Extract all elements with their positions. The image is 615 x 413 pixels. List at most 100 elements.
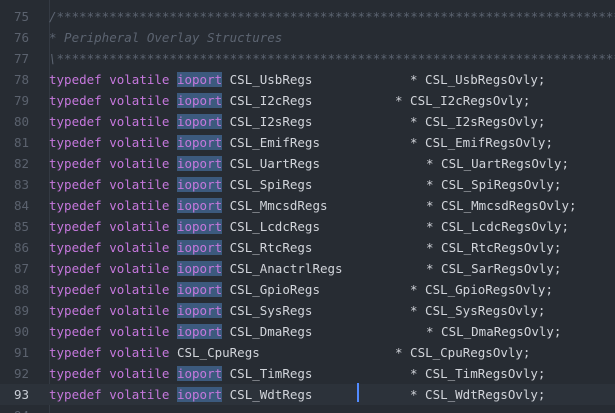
keyword-volatile: volatile bbox=[109, 303, 170, 318]
code-line[interactable]: 80 typedef volatile ioport CSL_I2sRegs * C… bbox=[0, 111, 615, 132]
keyword-typedef: typedef bbox=[49, 135, 102, 150]
code-line[interactable]: 85 typedef volatile ioport CSL_LcdcRegs * … bbox=[0, 216, 615, 237]
pointer-typedef: * CSL_DmaRegsOvly; bbox=[426, 324, 562, 339]
keyword-ioport: ioport bbox=[176, 198, 223, 213]
keyword-ioport: ioport bbox=[176, 282, 223, 297]
keyword-volatile: volatile bbox=[109, 366, 170, 381]
keyword-volatile: volatile bbox=[109, 387, 170, 402]
code-line[interactable]: 79 typedef volatile ioport CSL_I2cRegs * C… bbox=[0, 90, 615, 111]
keyword-typedef: typedef bbox=[49, 114, 102, 129]
pointer-typedef: * CSL_EmifRegsOvly; bbox=[410, 135, 553, 150]
pointer-typedef: * CSL_SysRegsOvly; bbox=[410, 303, 546, 318]
code-line[interactable]: 81 typedef volatile ioport CSL_EmifRegs * … bbox=[0, 132, 615, 153]
line-number: 88 bbox=[13, 282, 29, 297]
line-number: 79 bbox=[13, 93, 29, 108]
type-name: CSL_I2cRegs bbox=[229, 93, 313, 108]
line-number: 93 bbox=[13, 387, 29, 402]
type-name: CSL_RtcRegs bbox=[229, 240, 313, 255]
keyword-ioport: ioport bbox=[176, 387, 223, 402]
pointer-typedef: * CSL_GpioRegsOvly; bbox=[410, 282, 553, 297]
pointer-typedef: * CSL_I2sRegsOvly; bbox=[410, 114, 546, 129]
code-line[interactable]: 78 typedef volatile ioport CSL_UsbRegs * C… bbox=[0, 69, 615, 90]
line-text: typedef volatile ioport CSL_I2sRegs * CSL… bbox=[49, 111, 545, 132]
line-text: \***************************************… bbox=[49, 48, 615, 69]
line-text: typedef volatile ioport CSL_LcdcRegs * CS… bbox=[49, 216, 569, 237]
type-name: CSL_TimRegs bbox=[229, 366, 313, 381]
line-number: 84 bbox=[13, 198, 29, 213]
keyword-volatile: volatile bbox=[109, 324, 170, 339]
line-number: 77 bbox=[13, 51, 29, 66]
keyword-volatile: volatile bbox=[109, 114, 170, 129]
line-number: 78 bbox=[13, 72, 29, 87]
line-text: typedef volatile ioport CSL_MmcsdRegs * C… bbox=[49, 195, 577, 216]
code-line[interactable]: 90 typedef volatile ioport CSL_DmaRegs * C… bbox=[0, 321, 615, 342]
code-line[interactable]: 76 * Peripheral Overlay Structures bbox=[0, 27, 615, 48]
keyword-typedef: typedef bbox=[49, 387, 102, 402]
keyword-ioport: ioport bbox=[176, 93, 223, 108]
line-number: 90 bbox=[13, 324, 29, 339]
keyword-typedef: typedef bbox=[49, 282, 102, 297]
keyword-volatile: volatile bbox=[109, 240, 170, 255]
code-editor[interactable]: 75 /*************************************… bbox=[0, 0, 615, 413]
code-line[interactable]: 89 typedef volatile ioport CSL_SysRegs * C… bbox=[0, 300, 615, 321]
code-line[interactable]: 92 typedef volatile ioport CSL_TimRegs * C… bbox=[0, 363, 615, 384]
keyword-ioport: ioport bbox=[176, 114, 223, 129]
keyword-typedef: typedef bbox=[49, 261, 102, 276]
keyword-ioport: ioport bbox=[176, 324, 223, 339]
keyword-typedef: typedef bbox=[49, 177, 102, 192]
line-text: typedef volatile ioport CSL_UartRegs * CS… bbox=[49, 153, 569, 174]
type-name: CSL_SpiRegs bbox=[229, 177, 313, 192]
code-line[interactable]: 82 typedef volatile ioport CSL_UartRegs * … bbox=[0, 153, 615, 174]
code-line[interactable]: 77 \*************************************… bbox=[0, 48, 615, 69]
type-name: CSL_LcdcRegs bbox=[229, 219, 320, 234]
code-line[interactable]: 91 typedef volatile CSL_CpuRegs * CSL_CpuR… bbox=[0, 342, 615, 363]
code-line[interactable]: 83 typedef volatile ioport CSL_SpiRegs * C… bbox=[0, 174, 615, 195]
keyword-volatile: volatile bbox=[109, 156, 170, 171]
code-line[interactable]: 94 bbox=[0, 405, 615, 413]
keyword-typedef: typedef bbox=[49, 156, 102, 171]
type-name: CSL_CpuRegs bbox=[176, 345, 260, 360]
comment-text: * Peripheral Overlay Structures bbox=[49, 30, 283, 45]
line-number: 82 bbox=[13, 156, 29, 171]
keyword-typedef: typedef bbox=[49, 198, 102, 213]
keyword-typedef: typedef bbox=[49, 345, 102, 360]
pointer-typedef: * CSL_UartRegsOvly; bbox=[426, 156, 569, 171]
keyword-volatile: volatile bbox=[109, 345, 170, 360]
line-text: typedef volatile ioport CSL_I2cRegs * CSL… bbox=[49, 90, 530, 111]
keyword-ioport: ioport bbox=[176, 240, 223, 255]
pointer-typedef: * CSL_LcdcRegsOvly; bbox=[426, 219, 569, 234]
comment-text: \***************************************… bbox=[49, 51, 615, 66]
keyword-ioport: ioport bbox=[176, 177, 223, 192]
line-text: typedef volatile ioport CSL_TimRegs * CSL… bbox=[49, 363, 545, 384]
line-number: 92 bbox=[13, 366, 29, 381]
text-caret bbox=[357, 383, 359, 402]
line-text: typedef volatile ioport CSL_EmifRegs * CS… bbox=[49, 132, 553, 153]
keyword-ioport: ioport bbox=[176, 219, 223, 234]
line-number: 75 bbox=[13, 9, 29, 24]
line-number: 81 bbox=[13, 135, 29, 150]
keyword-typedef: typedef bbox=[49, 72, 102, 87]
pointer-typedef: * CSL_SarRegsOvly; bbox=[426, 261, 562, 276]
line-text: /***************************************… bbox=[49, 6, 615, 27]
line-text: typedef volatile ioport CSL_UsbRegs * CSL… bbox=[49, 69, 545, 90]
keyword-ioport: ioport bbox=[176, 261, 223, 276]
type-name: CSL_GpioRegs bbox=[229, 282, 320, 297]
keyword-typedef: typedef bbox=[49, 219, 102, 234]
type-name: CSL_UartRegs bbox=[229, 156, 320, 171]
type-name: CSL_I2sRegs bbox=[229, 114, 313, 129]
code-line[interactable]: 88 typedef volatile ioport CSL_GpioRegs * … bbox=[0, 279, 615, 300]
keyword-typedef: typedef bbox=[49, 93, 102, 108]
line-text: typedef volatile ioport CSL_AnactrlRegs *… bbox=[49, 258, 561, 279]
line-number: 94 bbox=[0, 405, 29, 413]
code-line[interactable]: 87 typedef volatile ioport CSL_AnactrlReg… bbox=[0, 258, 615, 279]
code-line[interactable]: 86 typedef volatile ioport CSL_RtcRegs * C… bbox=[0, 237, 615, 258]
keyword-volatile: volatile bbox=[109, 72, 170, 87]
type-name: CSL_MmcsdRegs bbox=[229, 198, 328, 213]
code-line[interactable]: 93 typedef volatile ioport CSL_WdtRegs * C… bbox=[0, 384, 615, 405]
line-text: typedef volatile ioport CSL_SysRegs * CSL… bbox=[49, 300, 545, 321]
keyword-ioport: ioport bbox=[176, 366, 223, 381]
code-line[interactable]: 75 /*************************************… bbox=[0, 6, 615, 27]
line-number: 83 bbox=[13, 177, 29, 192]
line-number: 76 bbox=[13, 30, 29, 45]
code-line[interactable]: 84 typedef volatile ioport CSL_MmcsdRegs *… bbox=[0, 195, 615, 216]
